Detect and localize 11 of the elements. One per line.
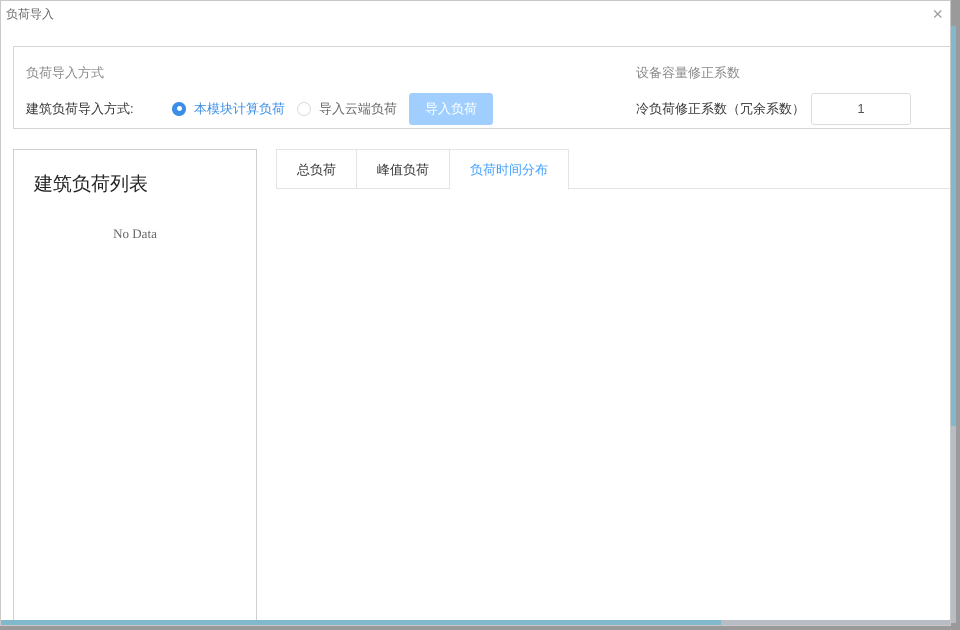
window-title: 负荷导入 xyxy=(6,6,54,23)
radio-option[interactable]: 导入云端负荷 xyxy=(297,98,397,118)
panel-title: 建筑负荷列表 xyxy=(34,173,148,197)
section-heading: 设备容量修正系数 xyxy=(636,64,741,82)
field-label: 冷负荷修正系数（冗余系数） xyxy=(636,100,805,118)
empty-message: No Data xyxy=(113,224,157,242)
tab[interactable]: 总负荷 xyxy=(276,149,357,189)
coefficient-field[interactable]: 1 xyxy=(811,92,911,124)
radio-option[interactable]: 本模块计算负荷 xyxy=(172,98,285,118)
field-label: 建筑负荷导入方式: xyxy=(26,100,135,118)
section-heading: 负荷导入方式 xyxy=(26,64,105,82)
